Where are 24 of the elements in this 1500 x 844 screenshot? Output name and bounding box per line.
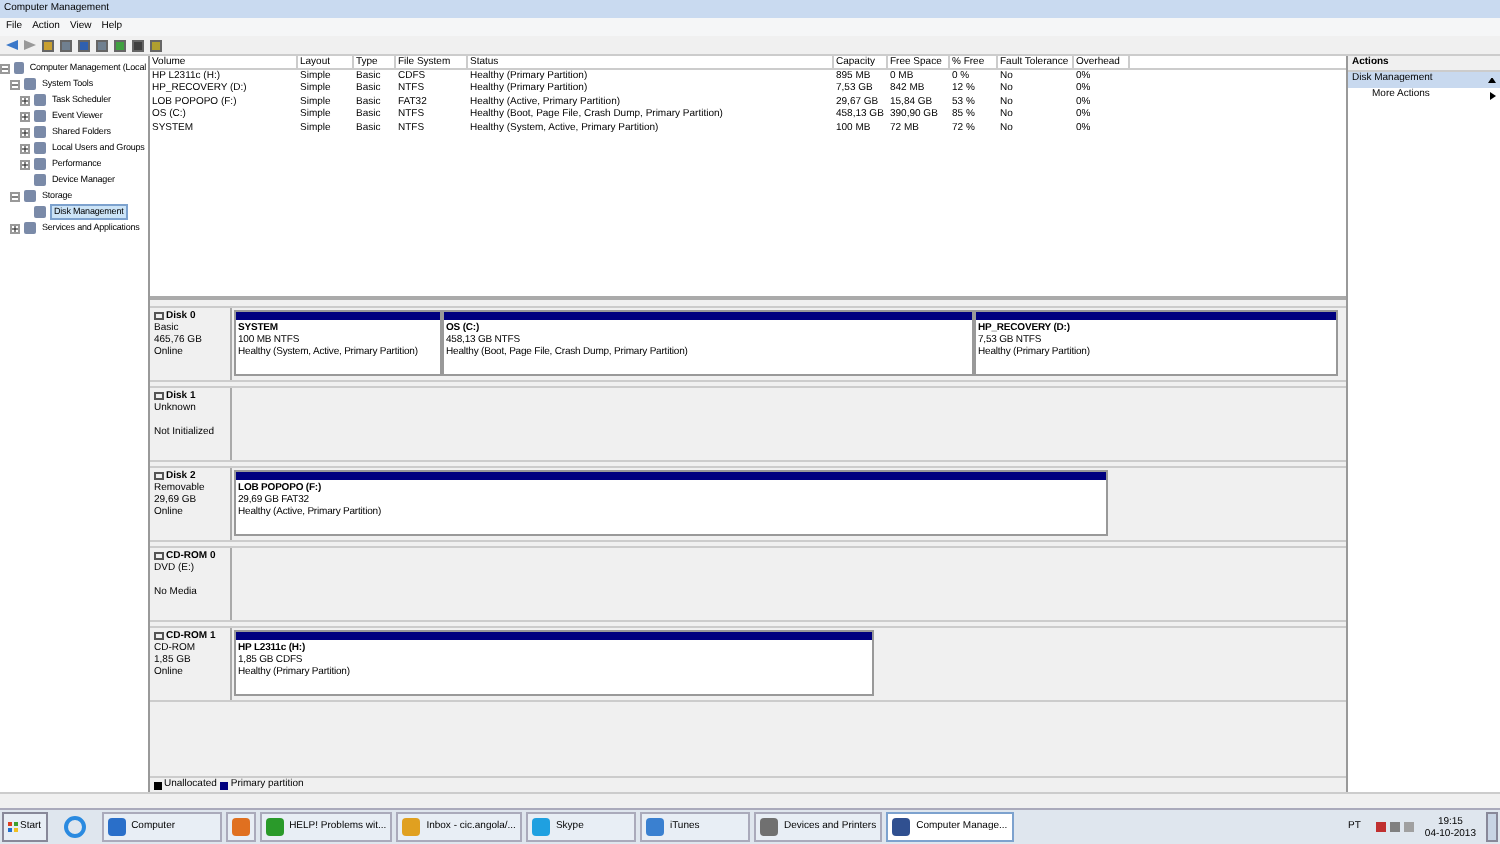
- expander-icon[interactable]: [20, 127, 30, 137]
- drive-icon: [154, 552, 164, 560]
- collapse-icon[interactable]: [1488, 77, 1496, 83]
- app-icon: [892, 818, 911, 836]
- expander-icon[interactable]: [20, 95, 30, 105]
- app-icon: [107, 818, 126, 836]
- expander-icon[interactable]: [10, 223, 20, 233]
- app-icon: [402, 818, 421, 836]
- drive-icon: [154, 392, 164, 400]
- app-icon: [759, 818, 778, 836]
- expander-icon[interactable]: [0, 63, 10, 73]
- drive-icon: [154, 472, 164, 480]
- browser-icon[interactable]: [63, 816, 86, 838]
- windows-logo-icon: [8, 822, 18, 832]
- expander-icon[interactable]: [20, 111, 30, 121]
- app-icon: [645, 818, 664, 836]
- app-icon: [531, 818, 550, 836]
- drive-icon: [154, 312, 164, 320]
- expander-icon[interactable]: [20, 159, 30, 169]
- drive-icon: [154, 632, 164, 640]
- expander-icon[interactable]: [10, 79, 20, 89]
- expander-icon[interactable]: [20, 143, 30, 153]
- expander-icon[interactable]: [10, 191, 20, 201]
- taskbar-button[interactable]: [225, 812, 256, 842]
